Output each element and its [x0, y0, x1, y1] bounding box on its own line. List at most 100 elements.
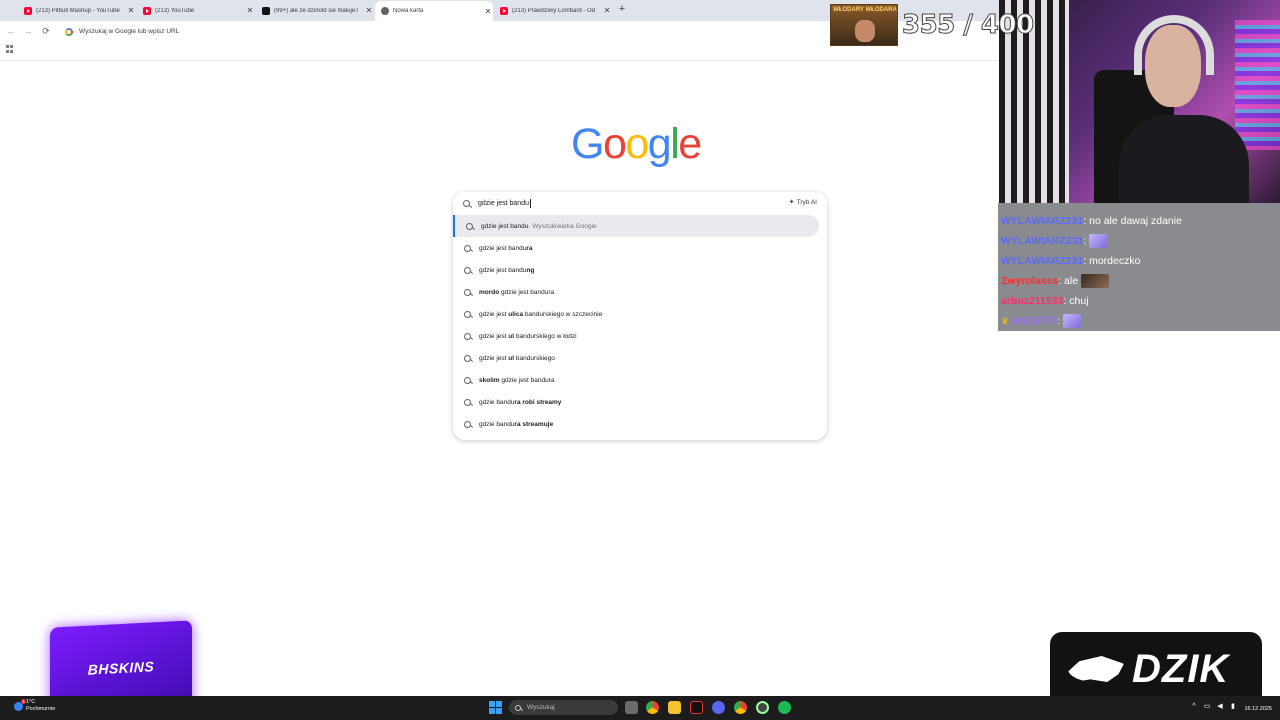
chat-text: : mordeczko: [1083, 255, 1141, 267]
close-icon[interactable]: ✕: [483, 7, 493, 16]
search-icon: [464, 376, 471, 384]
google-logo: Google: [571, 120, 702, 168]
tab-title: (213) Prawdziwy Lombard - Od: [512, 7, 596, 14]
tab-pitbull[interactable]: (213) Pitbull Mashup - YouTube ✕: [18, 2, 136, 19]
chat-message: Zwyrolasss: ale: [998, 271, 1280, 291]
address-bar[interactable]: Wyszukaj w Google lub wpisz URL: [60, 24, 760, 39]
search-input[interactable]: gdzie jest bandu ✦ Tryb AI: [453, 192, 827, 215]
goal-banner: WŁODARY WŁODARA: [830, 4, 898, 46]
suggestion-item[interactable]: gdzie bandu ra streamuje: [453, 413, 827, 435]
close-icon[interactable]: ✕: [364, 6, 374, 15]
suggestion-item[interactable]: gdzie jest bandu - Wyszukiwarka Google: [453, 215, 819, 237]
spotify-icon[interactable]: [778, 701, 791, 714]
youtube-icon: [143, 6, 151, 15]
start-button[interactable]: [489, 701, 502, 714]
clock-date: 16.12.2025: [1244, 706, 1272, 712]
streamer-body: [1119, 115, 1249, 203]
tab-lombard[interactable]: (213) Prawdziwy Lombard - Od ✕: [494, 2, 612, 19]
clock[interactable]: 16.12.2025: [1244, 699, 1272, 713]
search-icon: [464, 332, 471, 340]
close-icon[interactable]: ✕: [126, 6, 136, 15]
chat-message: arbuz211533: chuj: [998, 291, 1280, 311]
chrome-profile-icon[interactable]: [734, 701, 747, 714]
search-icon: [515, 704, 521, 711]
search-icon: [466, 222, 473, 230]
chat-username: Zwyrolasss: [1001, 275, 1059, 287]
chat-username: AXES777: [1011, 315, 1058, 327]
volume-icon[interactable]: ◀: [1216, 703, 1223, 710]
system-tray: ^ ▭ ◀ ▮ 16.12.2025: [1184, 699, 1272, 713]
suggestion-item[interactable]: gdzie jest bandu ng: [453, 259, 827, 281]
search-icon: [464, 310, 471, 318]
chat-message: WYLAWIARZ231:: [998, 231, 1280, 251]
suggestion-item[interactable]: mordo gdzie jest bandura: [453, 281, 827, 303]
file-explorer-icon[interactable]: [668, 701, 681, 714]
taskbar-search[interactable]: Wyszukaj: [509, 700, 618, 715]
chrome-icon: [381, 7, 389, 15]
chrome-taskbar-icon[interactable]: [646, 701, 659, 714]
weather-icon: [14, 698, 26, 711]
sponsor-box-text: BHSKINS: [87, 658, 155, 678]
tab-new-tab[interactable]: Nowa karta ✕: [375, 1, 493, 21]
weather-desc: Pochmurnie: [26, 706, 56, 712]
crown-icon: ♛: [1001, 315, 1010, 326]
discord-icon[interactable]: [712, 701, 725, 714]
text-caret: [529, 199, 531, 208]
webcam-overlay: [999, 0, 1280, 203]
back-button[interactable]: ←: [5, 25, 17, 37]
goal-widget: WŁODARY WŁODARA 355 / 400: [830, 4, 1035, 46]
tab-title: Nowa karta: [393, 8, 424, 14]
new-tab-button[interactable]: +: [616, 3, 628, 15]
sponsor-logo: DZIK: [1050, 632, 1262, 706]
forward-button[interactable]: →: [22, 25, 34, 37]
battery-icon[interactable]: ▮: [1229, 703, 1236, 710]
led-lights: [1235, 20, 1280, 150]
search-icon: [464, 420, 471, 428]
chat-message: ♛ AXES777:: [998, 311, 1280, 331]
youtube-icon: [24, 6, 32, 15]
search-icon: [464, 398, 471, 406]
apps-grid-icon[interactable]: [6, 45, 14, 53]
google-g-icon: [65, 27, 73, 36]
chat-username: WYLAWIARZ231: [1001, 235, 1084, 247]
network-icon[interactable]: ▭: [1203, 703, 1211, 710]
close-icon[interactable]: ✕: [245, 6, 255, 15]
emote-icon: [1063, 314, 1082, 328]
suggestion-item[interactable]: gdzie jest ul bandurskiego w łodzi: [453, 325, 827, 347]
chat-text: :: [1057, 315, 1061, 327]
capcut-icon[interactable]: [690, 701, 703, 714]
chat-username: WYLAWIARZ231: [1001, 215, 1084, 227]
chevron-up-icon[interactable]: ^: [1190, 703, 1197, 710]
youtube-icon: [500, 6, 508, 15]
chat-message: WYLAWIARZ231: no ale dawaj zdanie: [998, 211, 1280, 231]
tab-title: (213) Pitbull Mashup - YouTube: [36, 7, 120, 14]
tab-youtube[interactable]: (213) YouTube ✕: [137, 2, 255, 19]
reload-button[interactable]: ⟳: [40, 25, 52, 37]
suggestion-item[interactable]: gdzie bandu ra robi streamy: [453, 391, 827, 413]
chat-text: :: [1083, 235, 1087, 247]
close-icon[interactable]: ✕: [602, 6, 612, 15]
address-placeholder: Wyszukaj w Google lub wpisz URL: [79, 28, 180, 35]
suggestion-item[interactable]: gdzie jest ul bandurskiego: [453, 347, 827, 369]
suggestion-item[interactable]: skolim gdzie jest bandura: [453, 369, 827, 391]
headset-icon: [1134, 15, 1214, 75]
search-dropdown: gdzie jest bandu ✦ Tryb AI gdzie jest ba…: [453, 192, 827, 440]
search-icon: [463, 200, 470, 207]
suggestion-item[interactable]: gdzie jest ulica bandurskiego w szczecin…: [453, 303, 827, 325]
search-query: gdzie jest bandu: [478, 200, 529, 207]
search-icon: [464, 244, 471, 252]
search-icon: [464, 288, 471, 296]
emote-icon: [1081, 274, 1110, 288]
tab-title: (99+) ale ze dzinold sie małujeT: [274, 7, 359, 14]
taskbar: 1°C Pochmurnie Wyszukaj ^ ▭ ◀ ▮ 16.12.20…: [0, 696, 1280, 720]
toolbar-divider: [0, 60, 1000, 61]
tab-tiktok[interactable]: (99+) ale ze dzinold sie małujeT ✕: [256, 2, 374, 19]
screen: (213) Pitbull Mashup - YouTube ✕ (213) Y…: [0, 0, 1280, 720]
task-view-icon[interactable]: [625, 701, 638, 714]
obs-icon[interactable]: [756, 701, 769, 714]
ai-mode-button[interactable]: ✦ Tryb AI: [789, 198, 817, 207]
weather-temp: 1°C: [26, 699, 36, 705]
search-icon: [464, 266, 471, 274]
suggestion-item[interactable]: gdzie jest bandu ra: [453, 237, 827, 259]
weather-widget[interactable]: 1°C Pochmurnie: [14, 698, 56, 713]
